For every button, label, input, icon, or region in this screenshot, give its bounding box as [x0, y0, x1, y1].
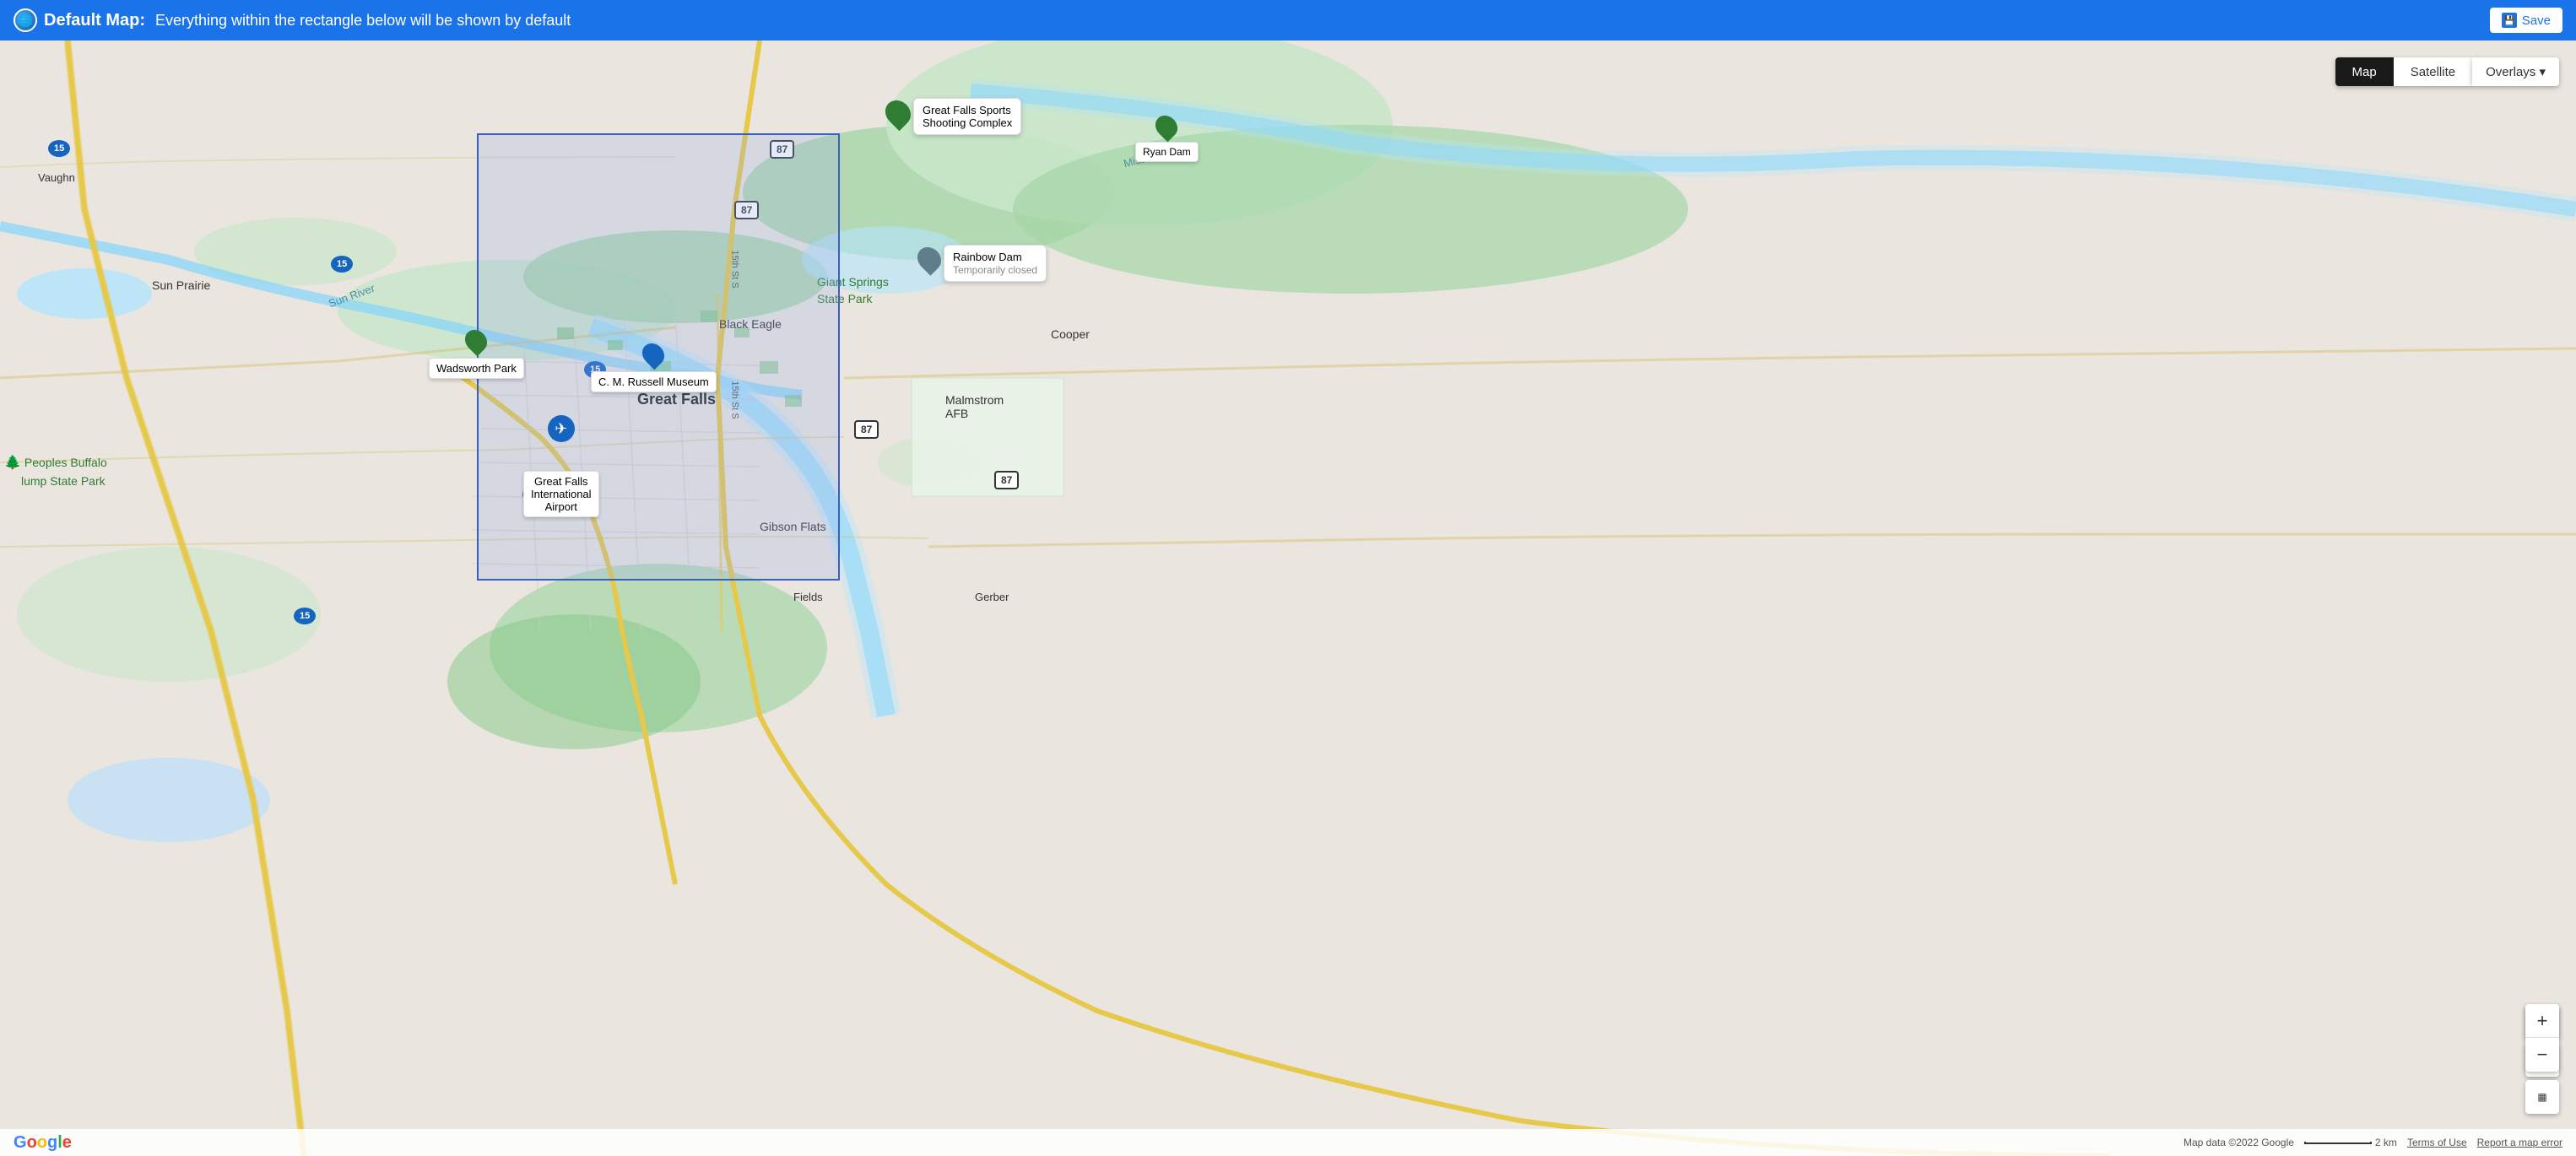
- map-data-label: Map data ©2022 Google: [2184, 1137, 2294, 1148]
- bottom-bar: Google Map data ©2022 Google 2 km Terms …: [0, 1129, 2576, 1156]
- shield-us87-se: 87: [994, 471, 1019, 489]
- marker-great-falls-sports: Great Falls SportsShooting Complex: [886, 98, 1021, 135]
- header-title: Default Map:: [44, 11, 145, 30]
- zoom-buttons: + −: [2525, 1004, 2559, 1072]
- marker-airport: ✈ Great FallsInternationalAirport: [523, 429, 599, 517]
- logo-g2: g: [47, 1133, 57, 1152]
- globe-icon: 🌐: [14, 8, 37, 32]
- header-left: 🌐 Default Map: Everything within the rec…: [14, 8, 571, 32]
- overlays-button[interactable]: Overlays ▾: [2472, 57, 2559, 86]
- marker-label-great-falls-sports: Great Falls SportsShooting Complex: [913, 98, 1021, 135]
- pin-cm-russell: [638, 339, 669, 370]
- logo-g1: G: [14, 1133, 27, 1152]
- terms-link[interactable]: Terms of Use: [2407, 1137, 2467, 1148]
- report-error-link[interactable]: Report a map error: [2477, 1137, 2562, 1148]
- logo-o2: o: [37, 1133, 47, 1152]
- google-logo: Google: [14, 1133, 72, 1153]
- logo-e: e: [62, 1133, 72, 1152]
- map-container[interactable]: Vaughn Sun Prairie Great Falls Black Eag…: [0, 41, 2576, 1156]
- marker-label-cm-russell: C. M. Russell Museum: [591, 371, 717, 392]
- map-controls: Map Satellite Overlays ▾: [2335, 57, 2559, 86]
- pin-great-falls-sports: [880, 95, 916, 131]
- marker-wadsworth-park: Wadsworth Park: [429, 329, 524, 379]
- scale-line: [2304, 1142, 2372, 1144]
- zoom-in-button[interactable]: +: [2525, 1004, 2559, 1038]
- shield-i15-farsouth: 15: [294, 608, 316, 624]
- zoom-out-button[interactable]: −: [2525, 1038, 2559, 1072]
- marker-cm-russell: C. M. Russell Museum: [591, 343, 717, 392]
- marker-ryan-dam: Ryan Dam: [1135, 115, 1199, 162]
- shield-i15-north: 15: [48, 140, 70, 157]
- map-svg: [0, 41, 2576, 1156]
- header-subtitle: Everything within the rectangle below wi…: [155, 12, 571, 30]
- save-button[interactable]: 💾 Save: [2490, 8, 2562, 33]
- airport-pin: ✈: [548, 415, 575, 442]
- map-view-button[interactable]: Map: [2335, 57, 2394, 86]
- layers-control[interactable]: ▦: [2525, 1080, 2559, 1114]
- shield-us87-east: 87: [854, 420, 879, 439]
- marker-label-wadsworth: Wadsworth Park: [429, 358, 524, 379]
- marker-rainbow-dam: Rainbow DamTemporarily closed: [918, 245, 1047, 282]
- bottom-right: Map data ©2022 Google 2 km Terms of Use …: [2184, 1137, 2562, 1148]
- logo-o1: o: [27, 1133, 37, 1152]
- pin-rainbow-dam: [912, 242, 946, 276]
- header-bar: 🌐 Default Map: Everything within the rec…: [0, 0, 2576, 41]
- scale-bar: 2 km: [2304, 1137, 2397, 1148]
- view-toggle: Map Satellite Overlays ▾: [2335, 57, 2559, 86]
- pin-ryan-dam: [1151, 111, 1182, 143]
- marker-label-rainbow-dam: Rainbow DamTemporarily closed: [944, 245, 1047, 282]
- pin-wadsworth-park: [461, 326, 492, 357]
- marker-label-ryan-dam: Ryan Dam: [1135, 142, 1199, 162]
- satellite-view-button[interactable]: Satellite: [2394, 57, 2472, 86]
- marker-label-airport: Great FallsInternationalAirport: [523, 471, 599, 517]
- save-icon: 💾: [2502, 13, 2517, 28]
- shield-i15-mid: 15: [331, 256, 353, 273]
- save-label: Save: [2522, 14, 2551, 28]
- scale-label: 2 km: [2375, 1137, 2397, 1148]
